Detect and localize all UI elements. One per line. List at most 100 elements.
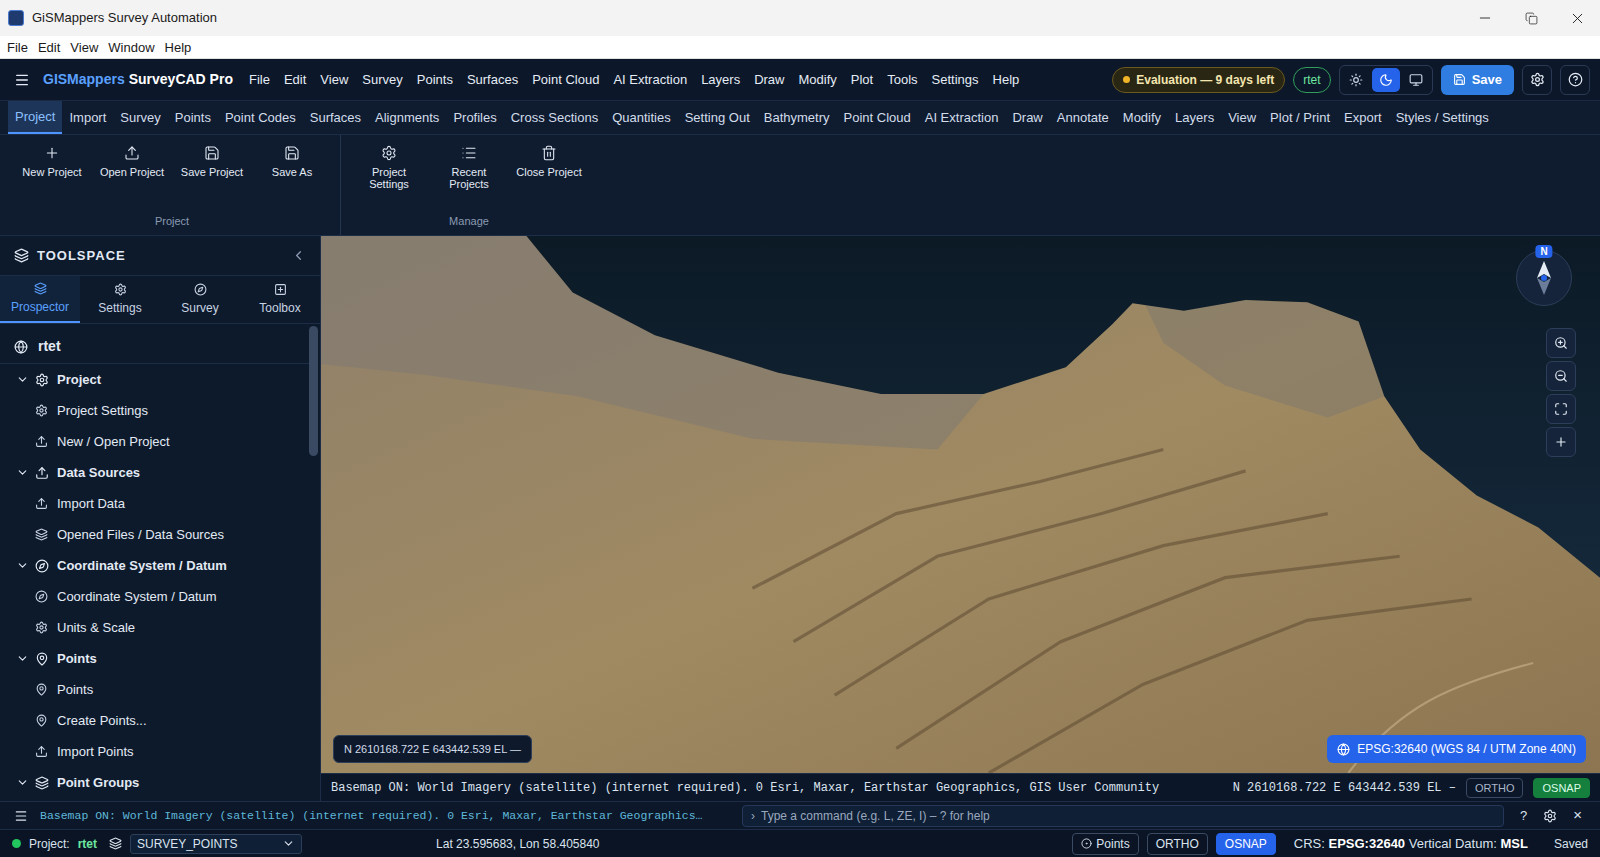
tree-item[interactable]: Import Points	[0, 736, 309, 767]
command-input[interactable]	[761, 807, 1495, 825]
settings-button[interactable]	[1522, 65, 1552, 95]
status-toggle[interactable]: Points	[1072, 833, 1138, 855]
ribbon-tab[interactable]: Cross Sections	[504, 101, 605, 134]
app-menu-item[interactable]: Layers	[701, 70, 740, 90]
status-toggle[interactable]: ORTHO	[1147, 833, 1208, 855]
app-menu-item[interactable]: Points	[417, 70, 453, 90]
app-menu-item[interactable]: Surfaces	[467, 70, 518, 90]
gear-icon[interactable]	[1543, 809, 1557, 823]
tree-section-header[interactable]: Data Sources	[0, 457, 309, 488]
ribbon-tab[interactable]: Points	[168, 101, 218, 134]
ribbon-tab[interactable]: Point Cloud	[837, 101, 918, 134]
ribbon-button[interactable]: Save As	[252, 145, 332, 178]
app-menu-item[interactable]: Edit	[284, 70, 306, 90]
collapse-icon[interactable]	[291, 248, 306, 263]
compass[interactable]: N	[1516, 250, 1572, 306]
command-close-button[interactable]: ×	[1569, 804, 1586, 827]
tree-section-header[interactable]: Points	[0, 643, 309, 674]
app-menu-item[interactable]: AI Extraction	[613, 70, 687, 90]
ribbon-tab[interactable]: Styles / Settings	[1389, 101, 1496, 134]
app-menu-item[interactable]: Point Cloud	[532, 70, 599, 90]
tree-item[interactable]: Points	[0, 674, 309, 705]
theme-button[interactable]	[1372, 68, 1400, 92]
os-menu-item[interactable]: Edit	[33, 41, 65, 54]
map-control-button[interactable]	[1546, 361, 1576, 391]
ribbon-tab[interactable]: Export	[1337, 101, 1389, 134]
os-menu-item[interactable]: Window	[103, 41, 159, 54]
os-menu-item[interactable]: File	[2, 41, 33, 54]
map-control-button[interactable]	[1546, 427, 1576, 457]
ribbon-tab[interactable]: View	[1221, 101, 1263, 134]
tree-item[interactable]: Create Points...	[0, 705, 309, 736]
hamburger-icon[interactable]	[14, 72, 30, 88]
theme-button[interactable]	[1342, 68, 1370, 92]
save-button[interactable]: Save	[1441, 65, 1514, 95]
scrollbar-thumb[interactable]	[309, 326, 318, 456]
theme-button[interactable]	[1402, 68, 1430, 92]
ribbon-button[interactable]: Close Project	[509, 145, 589, 190]
ribbon-tab[interactable]: Plot / Print	[1263, 101, 1337, 134]
app-menu-item[interactable]: View	[320, 70, 348, 90]
tree-section-header[interactable]: Project	[0, 364, 309, 395]
command-menu-icon[interactable]	[14, 809, 28, 823]
app-menu-item[interactable]: Help	[993, 70, 1020, 90]
map-status-toggle[interactable]: OSNAP	[1533, 778, 1590, 798]
ribbon-tab[interactable]: Layers	[1168, 101, 1221, 134]
ribbon-tab[interactable]: AI Extraction	[918, 101, 1006, 134]
ribbon-tab[interactable]: Bathymetry	[757, 101, 837, 134]
tree-item[interactable]: Coordinate System / Datum	[0, 581, 309, 612]
minimize-button[interactable]	[1462, 0, 1508, 36]
ribbon-tab[interactable]: Survey	[113, 101, 167, 134]
toolspace-tab[interactable]: Settings	[80, 276, 160, 323]
tree-item[interactable]: Project Settings	[0, 395, 309, 426]
tree-item[interactable]: New / Open Project	[0, 426, 309, 457]
ribbon-tab[interactable]: Surfaces	[303, 101, 368, 134]
toolspace-tab[interactable]: Survey	[160, 276, 240, 323]
command-help-button[interactable]: ?	[1516, 806, 1531, 826]
app-menu-item[interactable]: File	[249, 70, 270, 90]
ribbon-tab[interactable]: Alignments	[368, 101, 446, 134]
os-menu-item[interactable]: Help	[160, 41, 197, 54]
status-toggle[interactable]: OSNAP	[1216, 833, 1276, 855]
ribbon-button[interactable]: Project Settings	[349, 145, 429, 190]
ribbon-button[interactable]: Save Project	[172, 145, 252, 178]
command-input-box[interactable]: ›	[742, 805, 1504, 827]
ribbon-button[interactable]: Recent Projects	[429, 145, 509, 190]
os-menu-item[interactable]: View	[65, 41, 103, 54]
crs-badge[interactable]: EPSG:32640 (WGS 84 / UTM Zone 40N)	[1327, 735, 1586, 763]
app-menu-item[interactable]: Tools	[887, 70, 917, 90]
app-menu-item[interactable]: Draw	[754, 70, 784, 90]
tree-item[interactable]: Import Data	[0, 488, 309, 519]
ribbon-tab[interactable]: Setting Out	[678, 101, 757, 134]
tree-item[interactable]: Units & Scale	[0, 612, 309, 643]
ribbon-button[interactable]: Open Project	[92, 145, 172, 178]
app-menu-item[interactable]: Modify	[799, 70, 837, 90]
ribbon-tab[interactable]: Quantities	[605, 101, 678, 134]
map-control-button[interactable]	[1546, 394, 1576, 424]
tree-item[interactable]: Opened Files / Data Sources	[0, 519, 309, 550]
app-menu-item[interactable]: Settings	[932, 70, 979, 90]
toolspace-tab[interactable]: Prospector	[0, 276, 80, 323]
tree-section-header[interactable]: Coordinate System / Datum	[0, 550, 309, 581]
ribbon-tab[interactable]: Draw	[1005, 101, 1049, 134]
tree-section-header[interactable]: Point Groups	[0, 767, 309, 798]
close-button[interactable]	[1554, 0, 1600, 36]
ribbon-tab[interactable]: Project	[8, 101, 62, 134]
ribbon-tab[interactable]: Point Codes	[218, 101, 303, 134]
restore-button[interactable]	[1508, 0, 1554, 36]
help-button[interactable]	[1560, 65, 1590, 95]
ribbon-tab[interactable]: Profiles	[446, 101, 503, 134]
ribbon-tab[interactable]: Import	[62, 101, 113, 134]
map-canvas[interactable]: NN 2610168.722 E 643442.539 EL —EPSG:326…	[321, 236, 1600, 773]
map-control-button[interactable]	[1546, 328, 1576, 358]
ribbon-tab[interactable]: Annotate	[1050, 101, 1116, 134]
layer-select[interactable]: SURVEY_POINTS	[130, 834, 302, 854]
toolspace-tab[interactable]: Toolbox	[240, 276, 320, 323]
tree-scrollbar[interactable]	[309, 324, 318, 801]
app-menu-item[interactable]: Survey	[362, 70, 402, 90]
map-status-toggle[interactable]: ORTHO	[1466, 778, 1524, 798]
tree-root[interactable]: rtet	[0, 330, 309, 364]
app-menu-item[interactable]: Plot	[851, 70, 873, 90]
ribbon-tab[interactable]: Modify	[1116, 101, 1168, 134]
ribbon-button[interactable]: New Project	[12, 145, 92, 178]
